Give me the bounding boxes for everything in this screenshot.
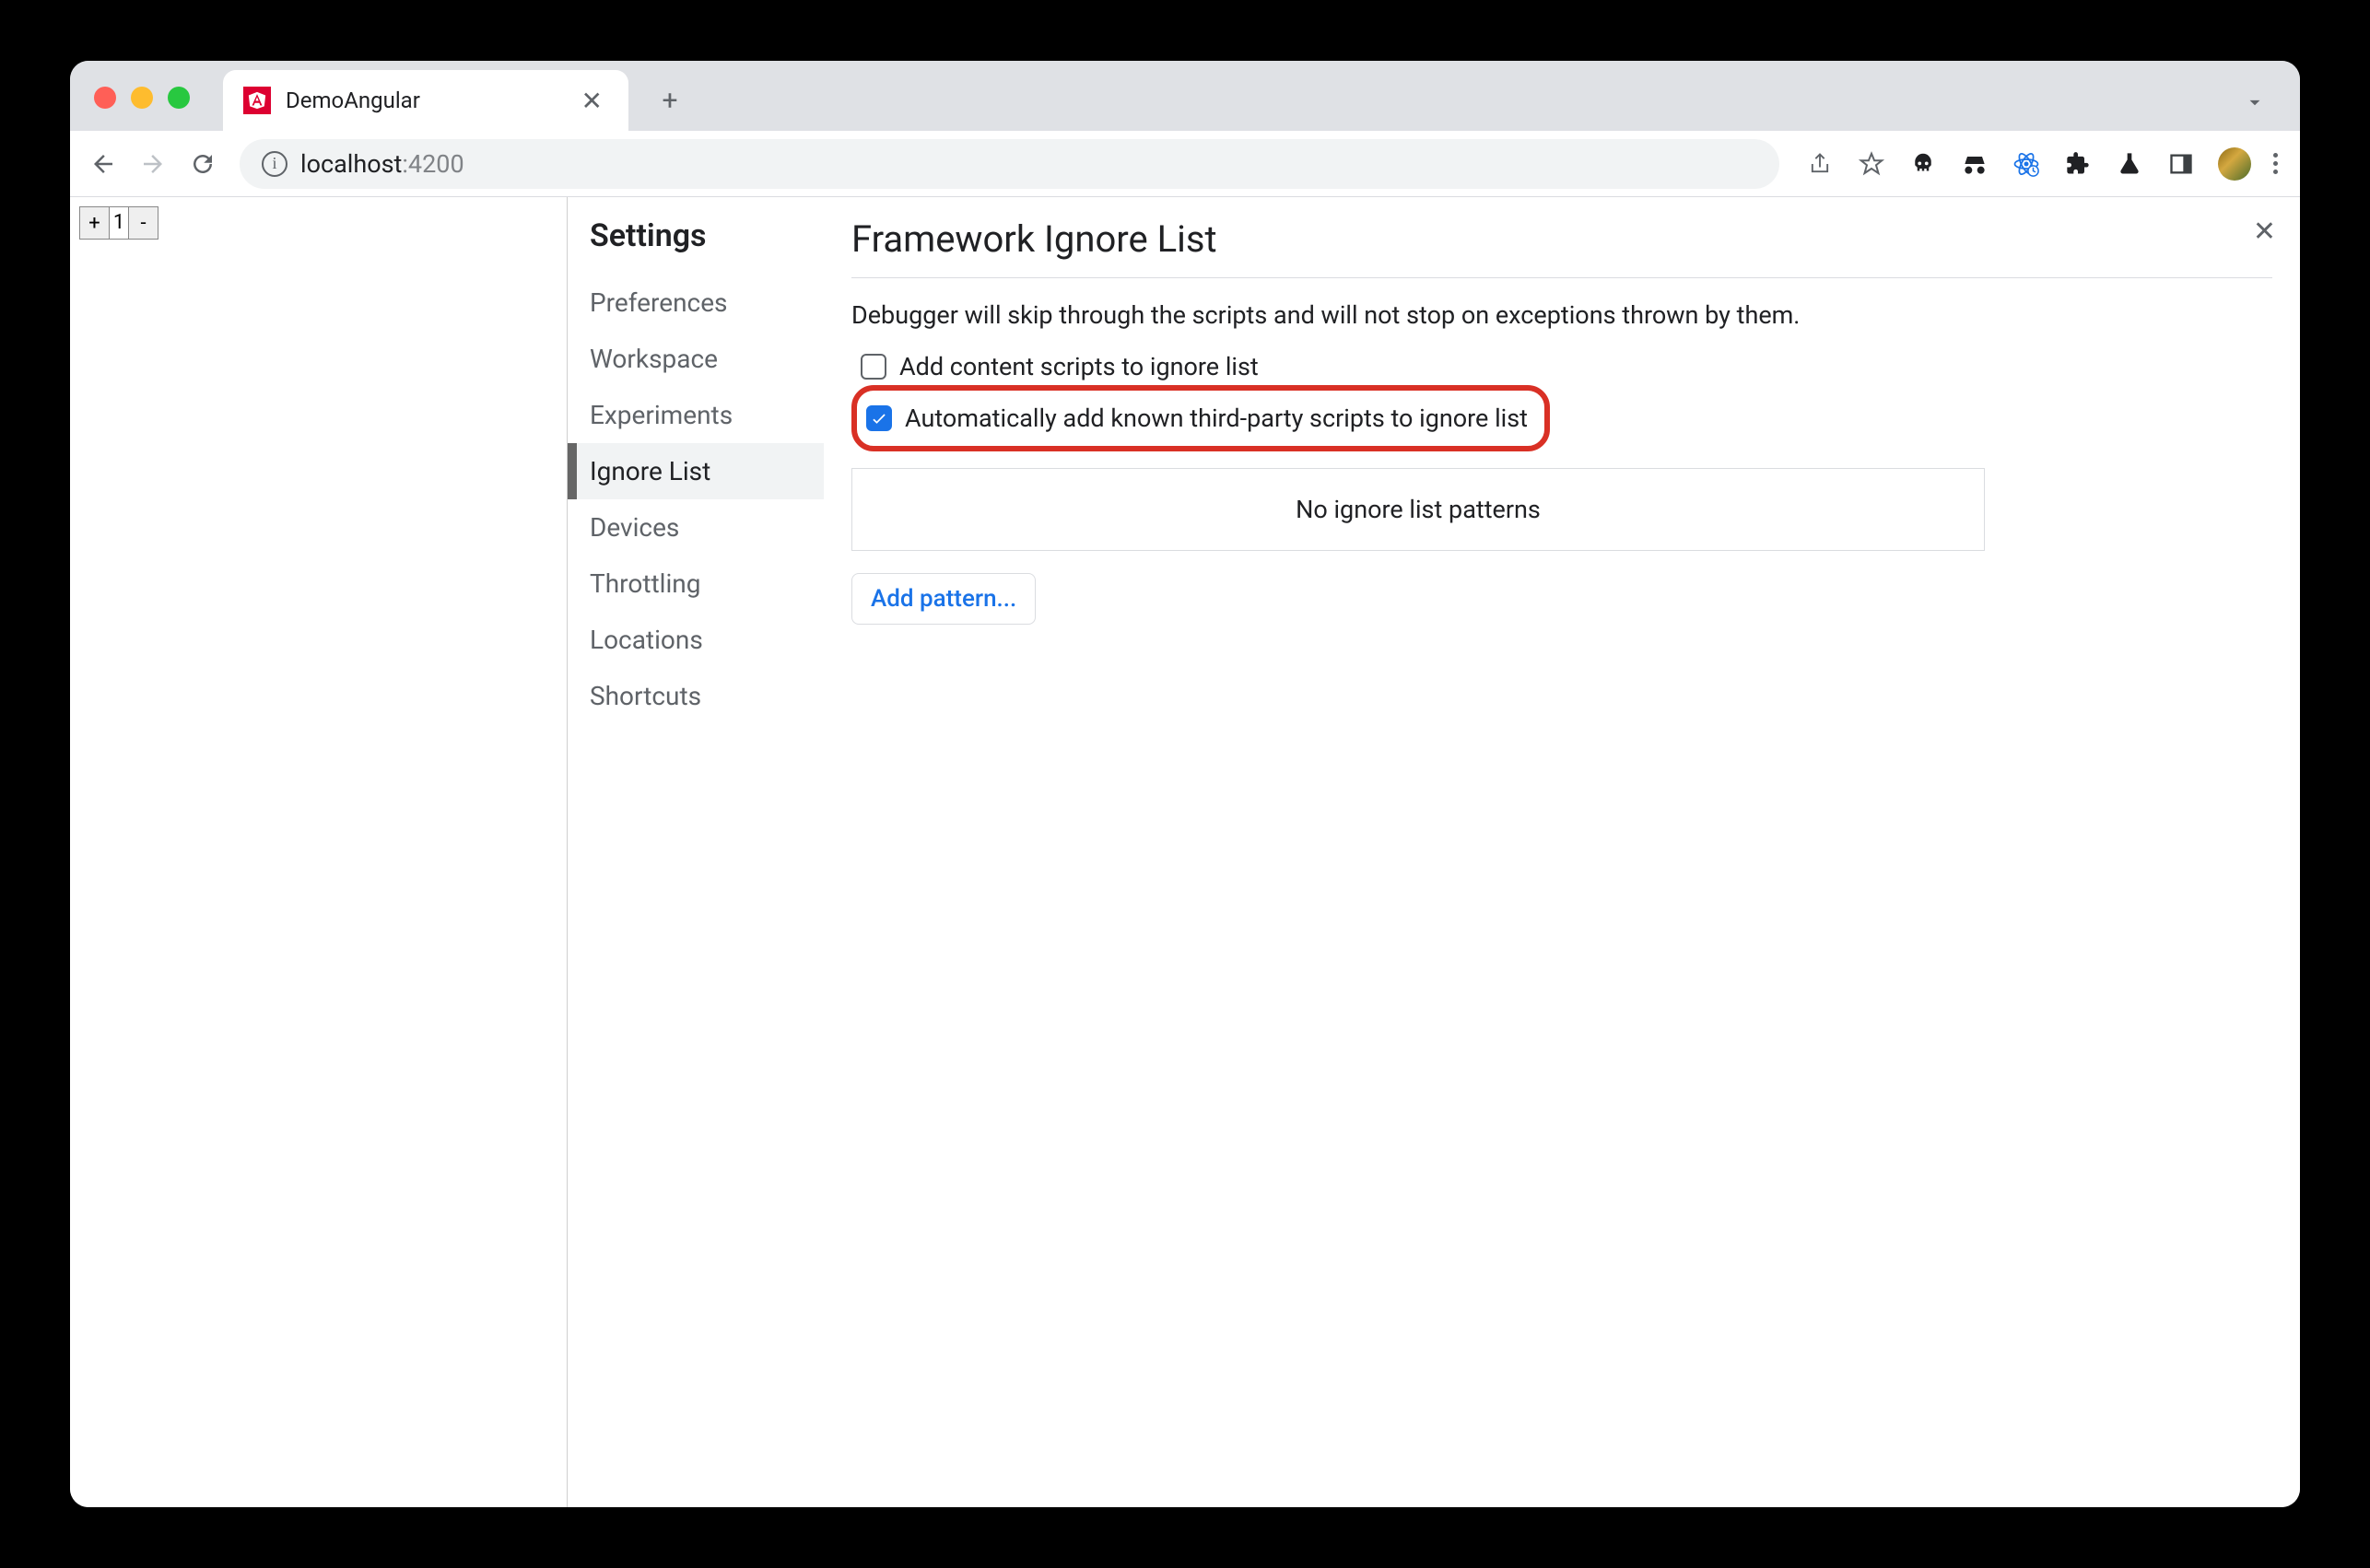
page-viewport: + 1 - xyxy=(70,197,568,1507)
window-minimize-button[interactable] xyxy=(131,87,153,109)
counter-widget: + 1 - xyxy=(79,206,158,240)
checkbox-third-party-row: Automatically add known third-party scri… xyxy=(866,404,1528,433)
ignore-list-empty: No ignore list patterns xyxy=(851,468,1985,551)
toolbar-actions xyxy=(1796,147,2287,181)
traffic-lights xyxy=(94,87,190,109)
browser-toolbar: i localhost:4200 xyxy=(70,131,2300,197)
window-maximize-button[interactable] xyxy=(168,87,190,109)
close-settings-icon[interactable]: ✕ xyxy=(2242,210,2287,253)
share-icon[interactable] xyxy=(1805,149,1835,179)
url-text: localhost:4200 xyxy=(300,149,464,179)
extensions-puzzle-icon[interactable] xyxy=(2063,149,2093,179)
address-bar[interactable]: i localhost:4200 xyxy=(240,139,1779,189)
increment-button[interactable]: + xyxy=(80,207,110,239)
checkbox-content-scripts[interactable] xyxy=(861,354,886,380)
nav-item-locations[interactable]: Locations xyxy=(568,612,824,668)
checkbox-content-scripts-row: Add content scripts to ignore list xyxy=(851,352,2272,381)
nav-item-workspace[interactable]: Workspace xyxy=(568,331,824,387)
nav-item-ignore-list[interactable]: Ignore List xyxy=(568,443,824,499)
nav-item-experiments[interactable]: Experiments xyxy=(568,387,824,443)
decrement-button[interactable]: - xyxy=(128,207,158,239)
site-info-icon[interactable]: i xyxy=(262,151,287,177)
extension-react-icon[interactable] xyxy=(2012,149,2041,179)
browser-window: DemoAngular ✕ + i localhost:4200 xyxy=(70,61,2300,1507)
tab-strip: DemoAngular ✕ + xyxy=(70,61,2300,131)
checkbox-third-party[interactable] xyxy=(866,405,892,431)
checkbox-content-scripts-label: Add content scripts to ignore list xyxy=(899,352,1259,381)
settings-sidebar: Settings Preferences Workspace Experimen… xyxy=(568,197,824,1507)
nav-item-preferences[interactable]: Preferences xyxy=(568,275,824,331)
section-title: Framework Ignore List xyxy=(851,217,2272,278)
settings-panel: ✕ Framework Ignore List Debugger will sk… xyxy=(824,197,2300,1507)
side-panel-icon[interactable] xyxy=(2166,149,2196,179)
close-tab-icon[interactable]: ✕ xyxy=(576,86,608,116)
counter-value: 1 xyxy=(110,207,128,239)
section-description: Debugger will skip through the scripts a… xyxy=(851,300,2272,330)
profile-avatar[interactable] xyxy=(2218,147,2251,181)
nav-item-shortcuts[interactable]: Shortcuts xyxy=(568,668,824,724)
bookmark-star-icon[interactable] xyxy=(1857,149,1886,179)
settings-title: Settings xyxy=(568,217,824,275)
content-area: + 1 - Settings Preferences Workspace Exp… xyxy=(70,197,2300,1507)
back-button[interactable] xyxy=(83,144,123,184)
devtools-settings: Settings Preferences Workspace Experimen… xyxy=(568,197,2300,1507)
nav-item-devices[interactable]: Devices xyxy=(568,499,824,556)
url-host: localhost xyxy=(300,149,402,179)
extension-incognito-icon[interactable] xyxy=(1960,149,1989,179)
url-port: :4200 xyxy=(402,149,463,179)
tab-title: DemoAngular xyxy=(286,88,561,113)
new-tab-button[interactable]: + xyxy=(647,77,693,123)
reload-button[interactable] xyxy=(182,144,223,184)
browser-menu-icon[interactable] xyxy=(2273,153,2278,174)
browser-tab[interactable]: DemoAngular ✕ xyxy=(223,70,628,131)
checkbox-third-party-label: Automatically add known third-party scri… xyxy=(905,404,1528,433)
highlight-annotation: Automatically add known third-party scri… xyxy=(851,385,1550,451)
extension-skull-icon[interactable] xyxy=(1908,149,1938,179)
forward-button[interactable] xyxy=(133,144,173,184)
nav-item-throttling[interactable]: Throttling xyxy=(568,556,824,612)
add-pattern-button[interactable]: Add pattern... xyxy=(851,573,1036,625)
angular-icon xyxy=(243,87,271,114)
window-close-button[interactable] xyxy=(94,87,116,109)
tabs-dropdown-icon[interactable] xyxy=(2243,90,2267,118)
extension-flask-icon[interactable] xyxy=(2115,149,2144,179)
